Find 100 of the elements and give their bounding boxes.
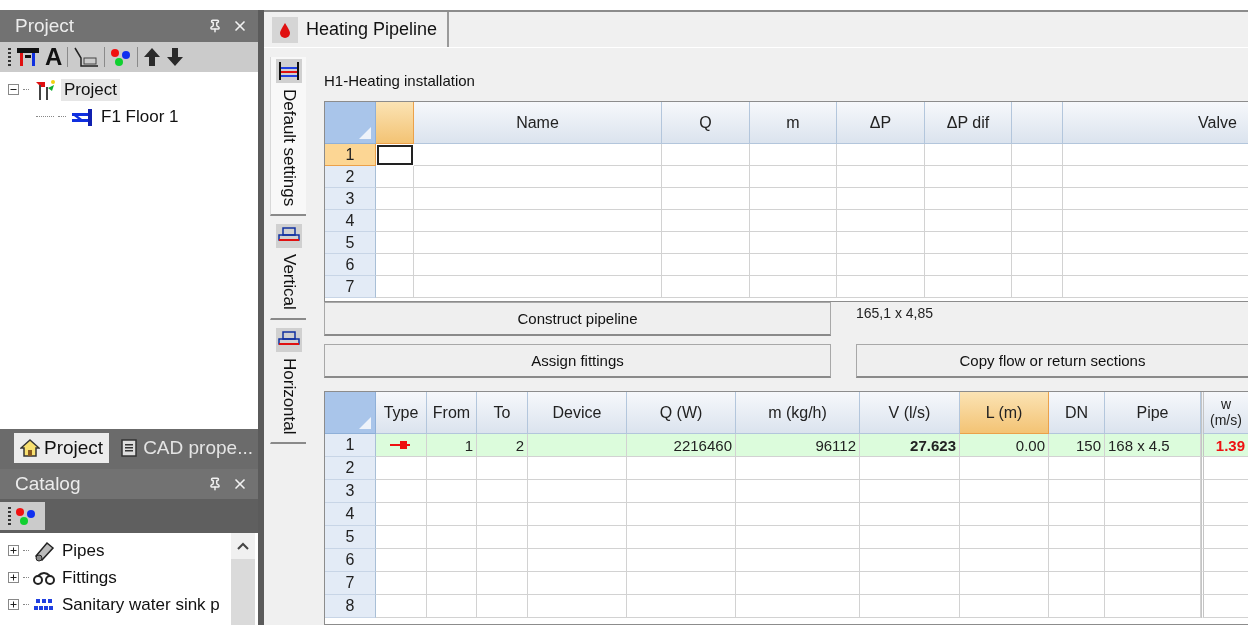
grip-icon — [8, 47, 11, 67]
column-header[interactable]: Pipe — [1105, 392, 1201, 434]
panel-tab[interactable]: Project — [14, 433, 110, 463]
tree-item[interactable]: Sanitary water sink p — [59, 593, 223, 616]
standard-icon — [33, 596, 55, 613]
cell-cursor[interactable] — [377, 145, 413, 165]
table-cell — [376, 210, 414, 232]
panel-title: Catalog — [15, 473, 81, 495]
column-header[interactable]: m — [750, 102, 837, 144]
tool-button[interactable] — [0, 502, 45, 530]
row-header[interactable]: 3 — [325, 480, 376, 503]
scroll-up-button[interactable] — [231, 533, 255, 559]
table-cell — [1012, 144, 1063, 166]
floor-icon — [70, 106, 94, 127]
side-tab[interactable]: Horizontal — [270, 325, 306, 445]
title-block-icon[interactable] — [16, 46, 40, 68]
column-header[interactable]: DN — [1049, 392, 1105, 434]
radiator-settings-icon — [275, 59, 302, 83]
table-cell: 2 — [477, 434, 528, 457]
table-cell — [1012, 166, 1063, 188]
side-tab[interactable]: Default settings — [270, 57, 306, 217]
column-header[interactable]: Q — [662, 102, 750, 144]
row-header[interactable]: 1 — [325, 434, 376, 457]
row-header[interactable]: 2 — [325, 166, 376, 188]
column-header[interactable]: ΔP dif — [925, 102, 1012, 144]
row-header[interactable]: 3 — [325, 188, 376, 210]
close-icon[interactable] — [232, 476, 248, 492]
row-header[interactable]: 5 — [325, 526, 376, 549]
drop-icon — [279, 21, 291, 38]
column-header[interactable]: Device — [528, 392, 627, 434]
column-header[interactable]: Name — [414, 102, 662, 144]
row-header[interactable]: 4 — [325, 503, 376, 526]
table-cell — [1012, 276, 1063, 298]
column-header[interactable]: From — [427, 392, 477, 434]
color-dots-icon[interactable] — [110, 47, 133, 67]
document-icon — [119, 438, 140, 458]
table-cell — [1012, 232, 1063, 254]
column-header[interactable]: m (kg/h) — [736, 392, 860, 434]
row-header[interactable]: 5 — [325, 232, 376, 254]
row-header[interactable]: 6 — [325, 254, 376, 276]
color-dots-icon[interactable] — [15, 506, 37, 526]
expand-icon[interactable] — [8, 545, 19, 556]
tree-item[interactable]: F1 Floor 1 — [98, 105, 182, 128]
pipe-icon — [33, 539, 55, 562]
table-cell — [376, 232, 414, 254]
text-tool[interactable]: A — [45, 45, 63, 69]
column-header[interactable]: ΔP — [837, 102, 925, 144]
column-header[interactable]: V (l/s) — [860, 392, 960, 434]
row-header[interactable]: 1 — [325, 144, 376, 166]
collapse-icon[interactable] — [8, 84, 19, 95]
table-cell — [376, 188, 414, 210]
table-cell: 27.623 — [860, 434, 960, 457]
scrollbar[interactable] — [231, 533, 255, 625]
table-cell: 0.00 — [960, 434, 1049, 457]
column-header[interactable]: Valve — [1063, 102, 1248, 144]
column-header[interactable]: L (m) — [960, 392, 1049, 434]
pin-icon[interactable] — [208, 477, 222, 491]
pin-icon[interactable] — [208, 19, 222, 33]
table-cell — [1012, 254, 1063, 276]
flow-arrow-icon — [390, 440, 412, 450]
copy-button[interactable]: Copy flow or return sections — [856, 344, 1248, 378]
column-header[interactable]: Type — [376, 392, 427, 434]
table-cell — [1012, 210, 1063, 232]
row-header[interactable]: 6 — [325, 549, 376, 572]
tree-item[interactable]: Pipes — [59, 539, 108, 562]
table-cell: 1 — [427, 434, 477, 457]
close-icon[interactable] — [232, 18, 248, 34]
row-header[interactable]: 4 — [325, 210, 376, 232]
home-icon — [20, 438, 40, 458]
row-header[interactable]: 7 — [325, 572, 376, 595]
document-tab[interactable]: Heating Pipeline — [270, 12, 450, 47]
table-cell — [376, 166, 414, 188]
expand-icon[interactable] — [8, 572, 19, 583]
row-header[interactable]: 2 — [325, 457, 376, 480]
row-header[interactable]: 8 — [325, 595, 376, 618]
panel-title: Project — [15, 15, 75, 37]
pipe-size-label: 165,1 x 4,85 — [856, 304, 934, 323]
side-tab[interactable]: Vertical — [270, 222, 306, 320]
dimension-icon[interactable] — [73, 46, 100, 68]
panel-tab[interactable]: CAD prope... — [113, 433, 259, 463]
table-cell — [376, 254, 414, 276]
move-down-icon[interactable] — [166, 47, 185, 67]
chevron-up-icon — [237, 542, 249, 550]
assign-button[interactable]: Assign fittings — [324, 344, 831, 378]
riser-icon — [275, 224, 302, 249]
column-header[interactable]: To — [477, 392, 528, 434]
move-up-icon[interactable] — [143, 47, 162, 67]
table-cell: 2216460 — [627, 434, 736, 457]
tree-item[interactable]: Project — [61, 78, 120, 101]
table-cell: 1.39 — [1201, 434, 1248, 457]
column-header[interactable]: w (m/s) — [1201, 392, 1248, 434]
tree-item[interactable]: Fittings — [59, 566, 120, 589]
construct-button[interactable]: Construct pipeline — [324, 302, 831, 336]
table-cell: 168 x 4.5 — [1105, 434, 1201, 457]
table-cell: 96112 — [736, 434, 860, 457]
column-header[interactable]: Q (W) — [627, 392, 736, 434]
row-header[interactable]: 7 — [325, 276, 376, 298]
table-cell — [376, 276, 414, 298]
expand-icon[interactable] — [8, 599, 19, 610]
riser-icon — [275, 327, 302, 352]
